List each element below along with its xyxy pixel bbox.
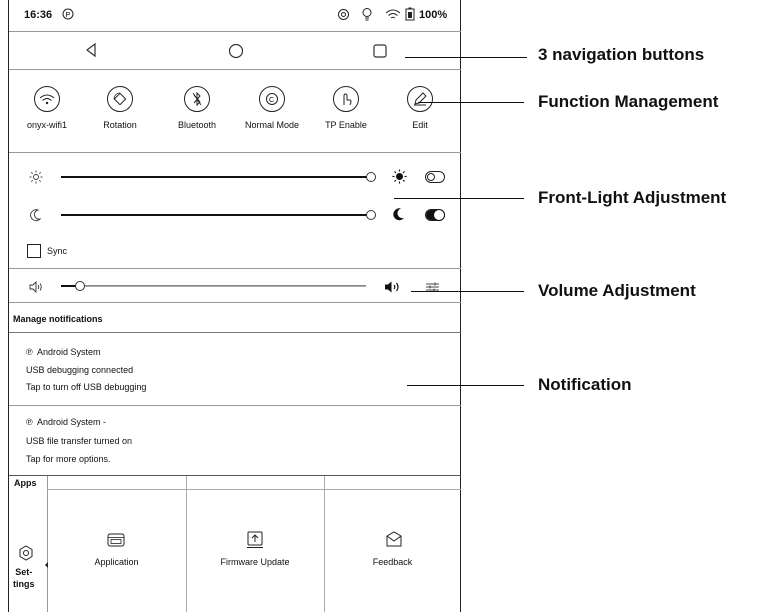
back-button[interactable] (84, 42, 98, 63)
home-button[interactable] (228, 43, 244, 64)
svg-text:C: C (269, 97, 274, 104)
notification-source-icon: ℗ (26, 347, 33, 357)
wifi-icon (34, 86, 60, 112)
rotation-icon (107, 86, 133, 112)
volume-slider-track[interactable] (79, 285, 366, 287)
divider (9, 302, 461, 303)
equalizer-icon[interactable] (425, 280, 440, 298)
callout-line-nav (405, 57, 527, 58)
white-light-slider-track[interactable] (61, 176, 367, 178)
notification-p-icon: P (62, 7, 74, 26)
brightness-high-icon (392, 169, 407, 189)
sync-icon (337, 8, 350, 26)
volume-high-icon (384, 280, 402, 298)
quick-setting-bluetooth[interactable]: Bluetooth (162, 86, 232, 130)
notification-title: USB debugging connected (26, 365, 134, 375)
quick-setting-label: Edit (412, 120, 428, 130)
divider (9, 332, 461, 333)
quick-setting-label: onyx-wifi1 (26, 120, 67, 130)
feedback-item[interactable]: Feedback (324, 489, 461, 612)
volume-slider-handle[interactable] (75, 281, 85, 291)
callout-line-function (418, 102, 524, 103)
callout-line-notification (407, 385, 524, 386)
quick-setting-label: Rotation (103, 120, 137, 130)
quick-setting-label: Bluetooth (177, 120, 217, 130)
firmware-update-label: Firmware Update (220, 557, 290, 567)
settings-label[interactable]: Set- tings (13, 566, 35, 590)
status-time: 16:36 (24, 9, 53, 21)
manage-notifications-link[interactable]: Manage notifications (13, 314, 103, 324)
divider (9, 152, 461, 153)
white-light-toggle[interactable] (425, 171, 445, 183)
brightness-low-icon (29, 170, 43, 189)
white-light-slider-handle[interactable] (366, 172, 376, 182)
callout-line-volume (411, 291, 524, 292)
callout-line-front-light (394, 198, 524, 199)
divider (9, 268, 461, 269)
sync-checkbox[interactable] (27, 244, 41, 258)
refresh-mode-icon: C (259, 86, 285, 112)
notification-body: Tap for more options. (26, 454, 111, 464)
callout-front-light: Front-Light Adjustment (538, 188, 727, 207)
quick-setting-wifi[interactable]: onyx-wifi1 (12, 86, 82, 130)
callout-nav: 3 navigation buttons (538, 45, 705, 64)
quick-setting-tp-enable[interactable]: TP Enable (311, 86, 381, 130)
firmware-update-item[interactable]: Firmware Update (186, 489, 324, 612)
callout-volume: Volume Adjustment (538, 281, 696, 300)
notification-source: Android System - (37, 417, 107, 427)
notification-source-icon: ℗ (26, 417, 33, 427)
quick-setting-label: TP Enable (325, 120, 367, 130)
divider (9, 475, 461, 476)
svg-text:P: P (66, 12, 71, 19)
touch-icon (333, 86, 359, 112)
feedback-label: Feedback (372, 557, 413, 567)
recents-button[interactable] (373, 44, 387, 63)
moon-low-icon (30, 208, 42, 227)
notification-body: Tap to turn off USB debugging (26, 382, 147, 392)
feedback-icon (385, 531, 403, 554)
callout-notification: Notification (538, 375, 632, 394)
wifi-status-icon (384, 7, 402, 26)
warm-light-slider-handle[interactable] (366, 210, 376, 220)
bluetooth-icon (184, 86, 210, 112)
volume-low-icon (29, 280, 45, 298)
settings-icon[interactable] (18, 545, 34, 566)
quick-setting-rotation[interactable]: Rotation (85, 86, 155, 130)
apps-label: Apps (14, 478, 37, 488)
warm-light-toggle[interactable] (425, 209, 445, 221)
notification-card[interactable]: ℗ Android System USB debugging connected… (9, 334, 461, 404)
quick-setting-normal-mode[interactable]: C Normal Mode (237, 86, 307, 130)
sync-label: Sync (47, 246, 68, 256)
application-icon (107, 532, 125, 553)
notification-title: USB file transfer turned on (26, 436, 133, 446)
battery-icon (405, 7, 415, 26)
divider (9, 69, 461, 70)
pencil-icon (407, 86, 433, 112)
application-label: Application (94, 557, 139, 567)
quick-setting-label: Normal Mode (244, 120, 300, 130)
application-item[interactable]: Application (47, 489, 186, 612)
warm-light-slider-track[interactable] (61, 214, 367, 216)
battery-percent: 100% (419, 9, 448, 21)
firmware-update-icon (246, 531, 264, 554)
bulb-icon (361, 7, 373, 26)
notification-card[interactable]: ℗ Android System - USB file transfer tur… (9, 406, 461, 474)
moon-high-icon (393, 207, 405, 226)
divider (9, 31, 461, 32)
callout-function: Function Management (538, 92, 719, 111)
notification-source: Android System (37, 347, 101, 357)
quick-setting-edit[interactable]: Edit (385, 86, 455, 130)
